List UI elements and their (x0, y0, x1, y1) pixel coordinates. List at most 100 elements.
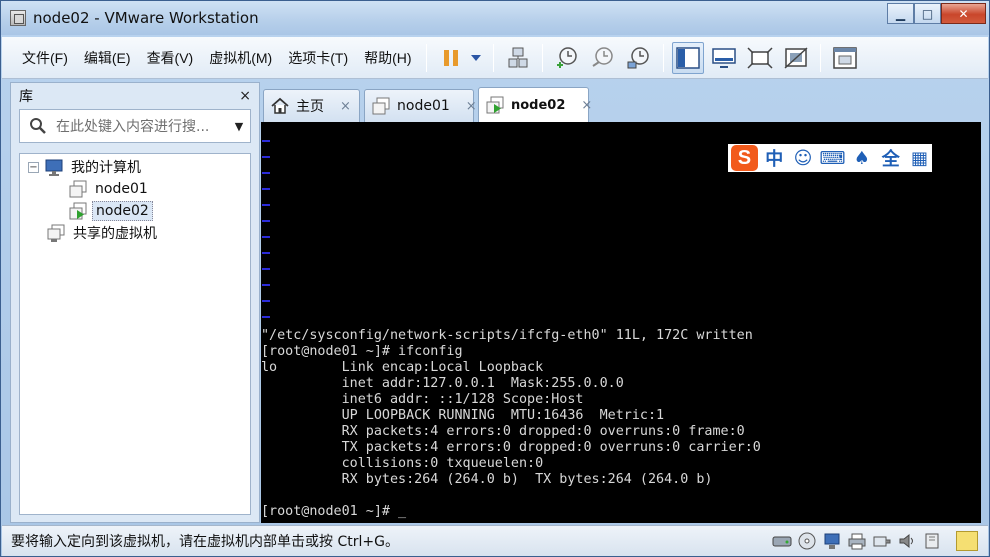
menu-help[interactable]: 帮助(H) (356, 44, 419, 72)
tab-label: node02 (511, 97, 566, 113)
toolbar-separator (819, 43, 821, 72)
vmware-window: node02 - VMware Workstation ▁ □ ✕ 文件(F) … (0, 0, 990, 557)
menu-toolbar: 文件(F) 编辑(E) 查看(V) 虚拟机(M) 选项卡(T) 帮助(H) (2, 37, 988, 79)
unity-icon (784, 46, 808, 69)
network-adapter-icon[interactable] (822, 532, 842, 550)
status-bar: 要将输入定向到该虚拟机，请在虚拟机内部单击或按 Ctrl+G。 (2, 525, 988, 556)
ime-keyboard-icon[interactable]: ⌨ (819, 148, 845, 169)
vim-tilde-marker (262, 300, 270, 302)
snapshot-manager-button[interactable] (623, 42, 655, 74)
ime-toolbox-icon[interactable]: ▦ (907, 148, 932, 169)
vim-tilde-marker (262, 156, 270, 158)
send-ctrl-alt-del-button[interactable] (502, 42, 534, 74)
terminal-output: "/etc/sysconfig/network-scripts/ifcfg-et… (261, 328, 761, 520)
pause-button[interactable] (435, 42, 467, 74)
vim-tilde-marker (262, 204, 270, 206)
minimize-icon: ▁ (895, 6, 906, 21)
terminal-line: inet6 addr: ::1/128 Scope:Host (261, 392, 584, 407)
terminal-line: inet addr:127.0.0.1 Mask:255.0.0.0 (261, 376, 624, 391)
tree-item-shared-vms[interactable]: 共享的虚拟机 (46, 222, 160, 244)
ime-toolbar[interactable]: S 中 ☺ ⌨ ♠ 全 ▦ (728, 144, 932, 172)
tree-label: node01 (95, 181, 148, 197)
ime-emoji-icon[interactable]: ☺ (791, 148, 816, 169)
terminal-line: RX packets:4 errors:0 dropped:0 overruns… (261, 424, 745, 439)
library-title: 库 (19, 89, 33, 105)
console-view-icon (711, 47, 736, 68)
menu-edit[interactable]: 编辑(E) (76, 44, 139, 72)
terminal-line: [root@node01 ~]# ifconfig (261, 344, 463, 359)
sound-card-icon[interactable] (897, 532, 917, 550)
power-dropdown-button[interactable] (467, 42, 485, 74)
thumbnail-view-button[interactable] (829, 42, 861, 74)
close-icon: ✕ (958, 6, 969, 21)
maximize-button[interactable]: □ (914, 3, 941, 24)
vim-tilde-marker (262, 252, 270, 254)
search-icon (20, 110, 56, 142)
collapse-icon[interactable]: − (28, 161, 39, 173)
sogou-logo-icon: S (731, 145, 758, 171)
ime-fullwidth-mode[interactable]: 全 (878, 145, 903, 171)
vim-tilde-marker (262, 140, 270, 142)
search-dropdown-icon[interactable]: ▼ (228, 120, 250, 133)
computer-icon (44, 158, 64, 176)
ime-user-icon[interactable]: ♠ (849, 148, 874, 169)
search-input[interactable]: 在此处键入内容进行搜... (56, 116, 228, 136)
terminal-line: lo Link encap:Local Loopback (261, 360, 544, 375)
menu-tabs[interactable]: 选项卡(T) (280, 44, 356, 72)
tree-item-node01[interactable]: node01 (68, 178, 151, 200)
terminal-line: [root@node01 ~]# _ (261, 504, 407, 519)
vm-running-icon (485, 96, 505, 114)
vim-tilde-marker (262, 284, 270, 286)
tree-item-node02[interactable]: node02 (68, 200, 153, 222)
toolbar-separator (662, 43, 664, 72)
tree-label: node02 (92, 201, 153, 221)
device-icons (772, 532, 942, 550)
snapshot-revert-icon (592, 46, 613, 67)
title-bar[interactable]: node02 - VMware Workstation ▁ □ ✕ (1, 1, 989, 35)
snapshot-revert-button[interactable] (587, 42, 619, 74)
menu-view[interactable]: 查看(V) (139, 44, 202, 72)
menu-file[interactable]: 文件(F) (14, 44, 76, 72)
minimize-button[interactable]: ▁ (887, 3, 914, 24)
vim-tilde-marker (262, 316, 270, 318)
ime-chinese-mode[interactable]: 中 (762, 145, 787, 171)
close-button[interactable]: ✕ (941, 3, 986, 24)
tab-home[interactable]: 主页 × (263, 89, 360, 122)
printer-icon[interactable] (847, 532, 867, 550)
status-message: 要将输入定向到该虚拟机，请在虚拟机内部单击或按 Ctrl+G。 (11, 534, 399, 550)
tab-close-button[interactable]: × (340, 99, 351, 114)
library-panel: 库 × 在此处键入内容进行搜... ▼ − 我的计算机 node01 node0… (10, 82, 260, 523)
fullscreen-button[interactable] (744, 42, 776, 74)
library-header: 库 × (11, 83, 259, 109)
tab-node02[interactable]: node02 × (478, 87, 592, 122)
window-controls: ▁ □ ✕ (887, 3, 986, 24)
library-search-box[interactable]: 在此处键入内容进行搜... ▼ (19, 109, 251, 143)
hard-disk-icon[interactable] (772, 532, 792, 550)
vim-tilde-marker (262, 220, 270, 222)
library-view-icon (675, 46, 700, 69)
send-ctrl-alt-del-icon (508, 47, 528, 67)
tree-item-my-computer[interactable]: − 我的计算机 (28, 156, 144, 178)
vim-tilde-marker (262, 172, 270, 174)
terminal-line: UP LOOPBACK RUNNING MTU:16436 Metric:1 (261, 408, 665, 423)
tree-label: 我的计算机 (71, 160, 141, 176)
display-icon[interactable] (922, 532, 942, 550)
vm-notes-icon[interactable] (956, 531, 978, 551)
tab-close-button[interactable]: × (466, 99, 477, 114)
snapshot-take-button[interactable] (551, 42, 583, 74)
unity-button[interactable] (780, 42, 812, 74)
window-title: node02 - VMware Workstation (33, 9, 259, 27)
show-library-button[interactable] (671, 41, 704, 74)
home-icon (270, 97, 290, 115)
cd-rom-icon[interactable] (797, 532, 817, 550)
dropdown-arrow-icon (470, 54, 481, 61)
pause-icon (443, 49, 458, 66)
tab-node01[interactable]: node01 × (364, 89, 477, 122)
console-view-button[interactable] (708, 42, 740, 74)
menu-vm[interactable]: 虚拟机(M) (201, 44, 280, 72)
vm-console[interactable]: S 中 ☺ ⌨ ♠ 全 ▦ "/etc/sysconfig/network-sc… (261, 122, 981, 523)
library-close-button[interactable]: × (239, 88, 251, 104)
usb-controller-icon[interactable] (872, 532, 892, 550)
vm-icon (68, 180, 88, 198)
tab-close-button[interactable]: × (581, 98, 592, 113)
